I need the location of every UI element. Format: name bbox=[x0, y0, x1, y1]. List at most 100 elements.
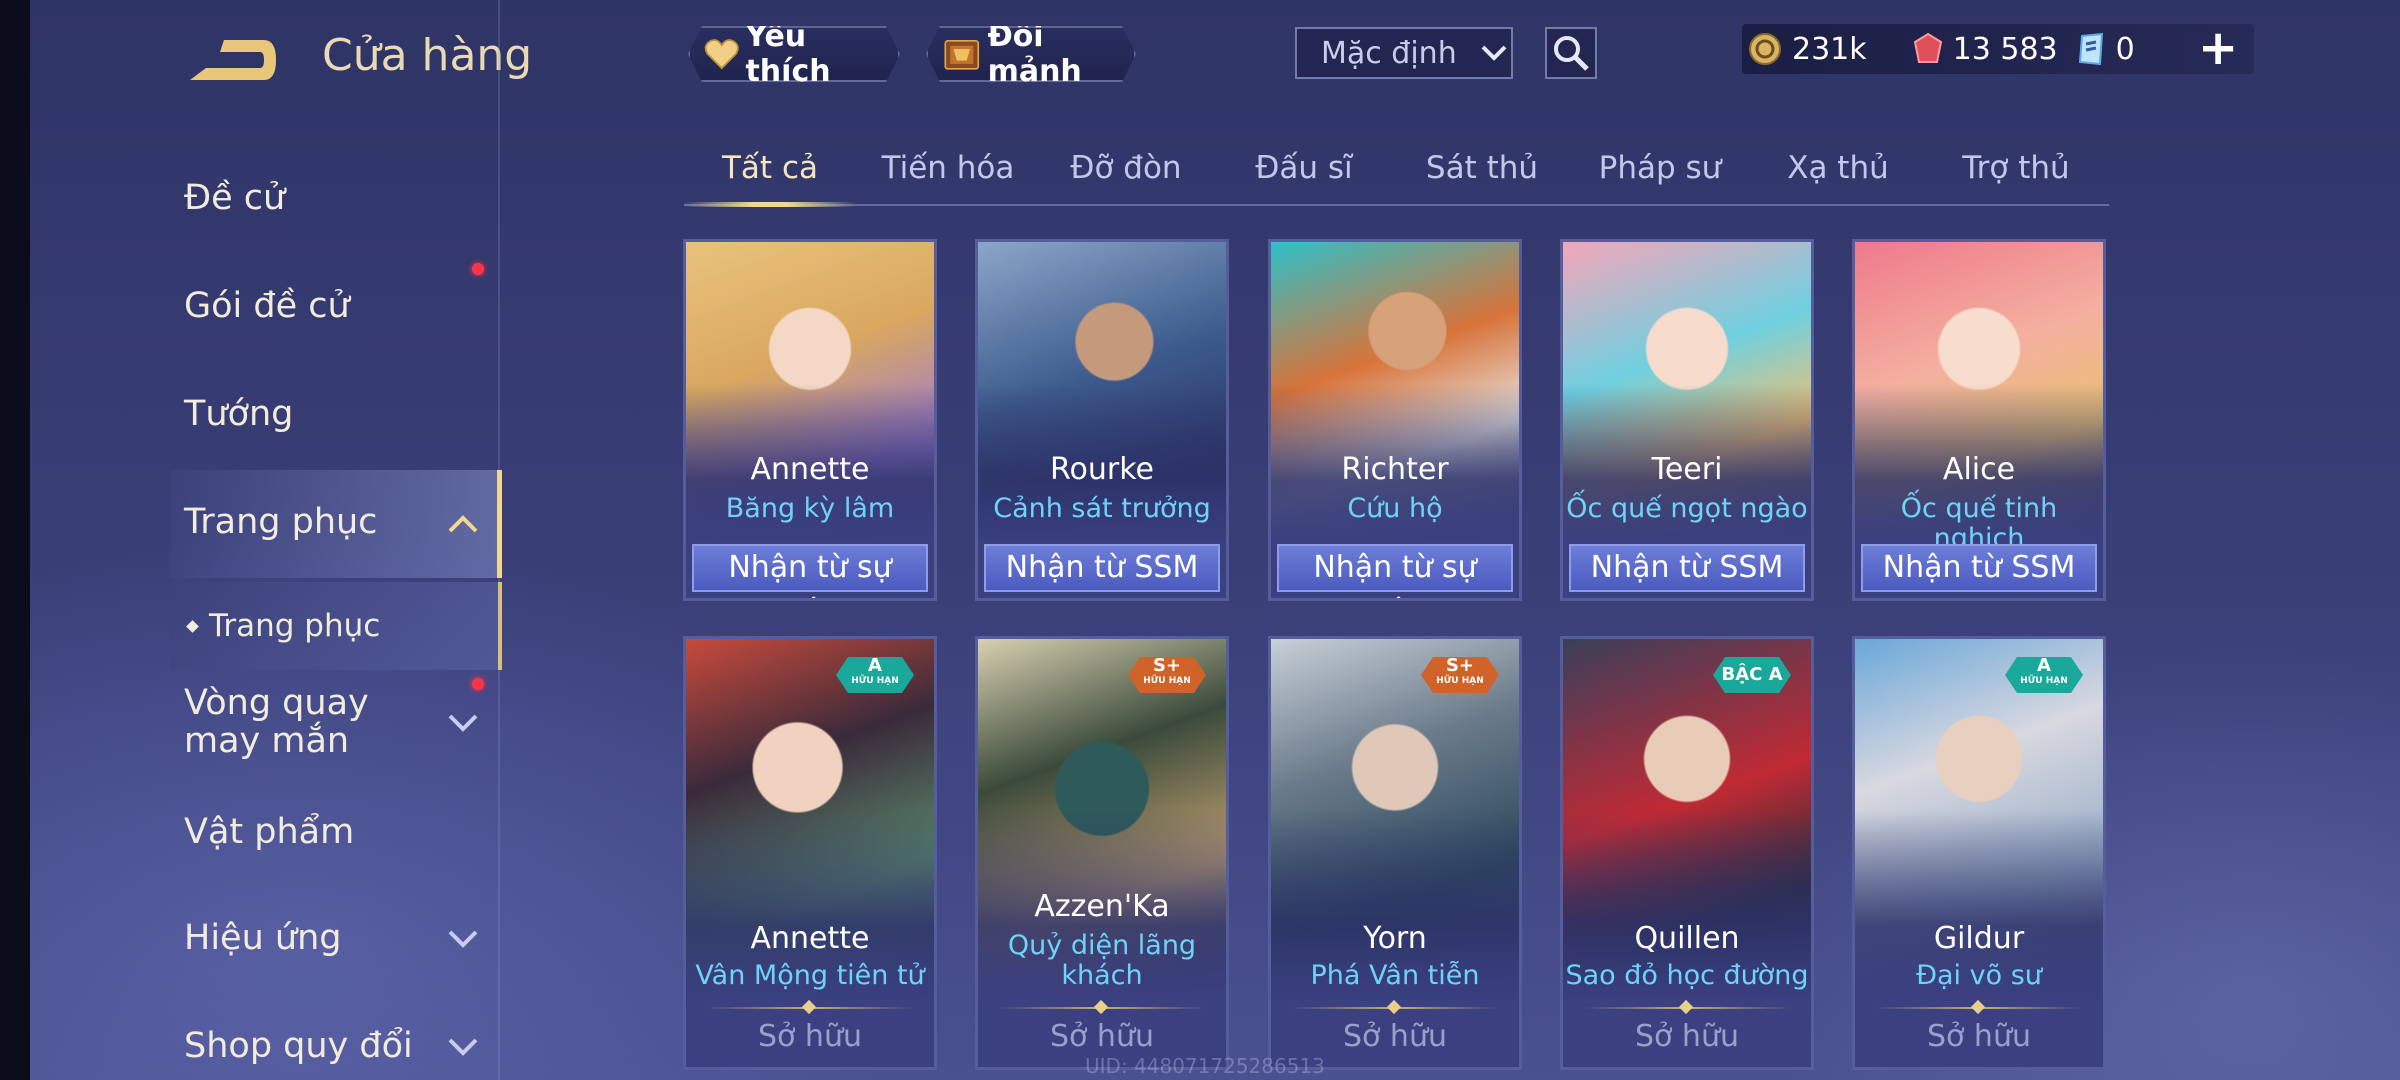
ruby-amount: 13 583 bbox=[1952, 31, 2058, 67]
skin-card[interactable]: A HỮU HẠN Gildur Đại võ sư Sở hữu bbox=[1852, 636, 2106, 1070]
rank-badge: BẬC A bbox=[1713, 657, 1791, 693]
hero-name: Alice bbox=[1942, 452, 2016, 487]
skin-name: Vân Mộng tiên tử bbox=[695, 960, 925, 991]
hero-name: Azzen'Ka bbox=[1034, 889, 1170, 924]
skin-card[interactable]: S+ HỮU HẠN Azzen'Ka Quỷ diện lãng khách … bbox=[975, 636, 1229, 1070]
plus-icon: + bbox=[2198, 20, 2239, 76]
category-tabs: Tất cả Tiến hóa Đỡ đòn Đấu sĩ Sát thủ Ph… bbox=[684, 140, 2109, 207]
divider-ornament bbox=[1875, 1007, 2083, 1009]
sidebar-subitem-label: Trang phục bbox=[209, 608, 381, 644]
tab-mage[interactable]: Pháp sư bbox=[1574, 150, 1746, 186]
back-button[interactable] bbox=[182, 32, 282, 88]
back-arrow-icon bbox=[190, 40, 276, 80]
owned-status: Sở hữu bbox=[1343, 1019, 1447, 1054]
hero-name: Rourke bbox=[1050, 452, 1154, 487]
sidebar-item-recommended[interactable]: Đề cử bbox=[184, 178, 285, 218]
owned-status: Sở hữu bbox=[1927, 1019, 2031, 1054]
get-button[interactable]: Nhận từ SSM bbox=[984, 544, 1220, 592]
favorite-button[interactable]: Yêu thích bbox=[688, 26, 900, 82]
gold-amount: 231k bbox=[1792, 31, 1867, 67]
sidebar-subitem-skins[interactable]: Trang phục bbox=[186, 608, 381, 644]
sidebar-item-effects[interactable]: Hiệu ứng bbox=[184, 918, 341, 958]
rank-label: BẬC A bbox=[1721, 664, 1783, 685]
gold-currency: 231k bbox=[1748, 32, 1867, 67]
search-button[interactable] bbox=[1545, 27, 1597, 79]
sidebar-item-label: Gói đề cử bbox=[184, 286, 350, 326]
rank-sublabel: HỮU HẠN bbox=[1436, 676, 1484, 686]
sidebar-item-label: Shop quy đổi bbox=[184, 1026, 413, 1066]
skin-card[interactable]: Annette Băng kỳ lâm Nhận từ sự kiện bbox=[683, 239, 937, 601]
hero-name: Yorn bbox=[1363, 921, 1427, 956]
gold-coin-icon bbox=[1749, 33, 1781, 65]
rank-label: S+ bbox=[1152, 655, 1182, 676]
tab-assassin[interactable]: Sát thủ bbox=[1396, 150, 1568, 186]
sort-dropdown[interactable]: Mặc định bbox=[1295, 27, 1513, 79]
get-button[interactable]: Nhận từ sự kiện bbox=[692, 544, 928, 598]
notification-dot bbox=[472, 678, 484, 690]
heart-icon bbox=[704, 36, 739, 72]
sidebar-item-label: Vòng quay may mắn bbox=[184, 683, 369, 761]
search-icon bbox=[1554, 36, 1589, 71]
sidebar-item-exchange-shop[interactable]: Shop quy đổi bbox=[184, 1026, 413, 1066]
skin-name: Phá Vân tiễn bbox=[1310, 960, 1480, 991]
exchange-shards-button[interactable]: Đổi mảnh bbox=[926, 26, 1136, 82]
skin-name: Đại võ sư bbox=[1916, 960, 2042, 991]
voucher-amount: 0 bbox=[2115, 31, 2135, 67]
rank-sublabel: HỮU HẠN bbox=[851, 676, 899, 686]
get-button[interactable]: Nhận từ sự kiện bbox=[1277, 544, 1513, 598]
divider-ornament bbox=[998, 1007, 1206, 1009]
skin-name: Quỷ diện lãng khách bbox=[1007, 930, 1197, 991]
page-title: Cửa hàng bbox=[322, 30, 533, 81]
skin-card[interactable]: A HỮU HẠN Annette Vân Mộng tiên tử Sở hữ… bbox=[683, 636, 937, 1070]
sidebar-item-skins[interactable]: Trang phục bbox=[184, 502, 377, 542]
chevron-down-icon[interactable] bbox=[446, 710, 480, 734]
rank-label: S+ bbox=[1445, 655, 1475, 676]
skin-card[interactable]: Richter Cứu hộ Nhận từ sự kiện bbox=[1268, 239, 1522, 601]
sidebar-item-label: Vật phẩm bbox=[184, 812, 355, 852]
shard-chest-icon bbox=[942, 32, 982, 76]
hero-name: Richter bbox=[1341, 452, 1449, 487]
hero-name: Annette bbox=[750, 921, 870, 956]
active-tab-underline bbox=[684, 202, 856, 207]
hero-name: Quillen bbox=[1634, 921, 1740, 956]
skin-card[interactable]: Rourke Cảnh sát trưởng Nhận từ SSM bbox=[975, 239, 1229, 601]
divider-ornament bbox=[1291, 1007, 1499, 1009]
sidebar-item-label: Hiệu ứng bbox=[184, 918, 342, 958]
sidebar-item-label: Trang phục bbox=[184, 502, 378, 542]
sidebar-item-label: Tướng bbox=[184, 394, 294, 434]
get-button[interactable]: Nhận từ SSM bbox=[1569, 544, 1805, 592]
exchange-label: Đổi mảnh bbox=[987, 19, 1082, 89]
tab-fighter[interactable]: Đấu sĩ bbox=[1218, 150, 1390, 186]
sidebar-item-items[interactable]: Vật phẩm bbox=[184, 812, 354, 852]
favorite-label: Yêu thích bbox=[745, 19, 831, 89]
add-currency-button[interactable]: + bbox=[2198, 24, 2238, 72]
rank-badge: S+ HỮU HẠN bbox=[1421, 657, 1499, 693]
rank-badge: A HỮU HẠN bbox=[2005, 657, 2083, 693]
rank-sublabel: HỮU HẠN bbox=[2020, 676, 2068, 686]
hero-name: Teeri bbox=[1651, 452, 1723, 487]
chevron-up-icon[interactable] bbox=[446, 512, 480, 536]
tab-support[interactable]: Trợ thủ bbox=[1930, 150, 2102, 186]
currency-bar: 231k 13 583 0 bbox=[1742, 24, 2254, 74]
ruby-currency: 13 583 bbox=[1913, 32, 2058, 67]
divider-ornament bbox=[1583, 1007, 1791, 1009]
skin-card[interactable]: S+ HỮU HẠN Yorn Phá Vân tiễn Sở hữu bbox=[1268, 636, 1522, 1070]
tab-tank[interactable]: Đỡ đòn bbox=[1040, 150, 1212, 186]
skin-card[interactable]: Alice Ốc quế tinh nghịch Nhận từ SSM bbox=[1852, 239, 2106, 601]
skin-card[interactable]: BẬC A Quillen Sao đỏ học đường Sở hữu bbox=[1560, 636, 1814, 1070]
get-button[interactable]: Nhận từ SSM bbox=[1861, 544, 2097, 592]
chevron-down-icon[interactable] bbox=[446, 1034, 480, 1058]
sidebar-item-bundles[interactable]: Gói đề cử bbox=[184, 286, 350, 326]
chevron-down-icon[interactable] bbox=[446, 926, 480, 950]
owned-status: Sở hữu bbox=[758, 1019, 862, 1054]
tab-all[interactable]: Tất cả bbox=[684, 150, 856, 186]
sidebar-item-heroes[interactable]: Tướng bbox=[184, 394, 293, 434]
tab-evolution[interactable]: Tiến hóa bbox=[862, 150, 1034, 186]
skin-name: Sao đỏ học đường bbox=[1565, 960, 1809, 991]
skin-name: Cứu hộ bbox=[1347, 493, 1443, 524]
rank-badge: S+ HỮU HẠN bbox=[1128, 657, 1206, 693]
sidebar-item-lucky-spin[interactable]: Vòng quay may mắn bbox=[184, 684, 454, 760]
bullet-icon bbox=[186, 619, 199, 633]
skin-card[interactable]: Teeri Ốc quế ngọt ngào Nhận từ SSM bbox=[1560, 239, 1814, 601]
tab-marksman[interactable]: Xạ thủ bbox=[1752, 150, 1924, 186]
